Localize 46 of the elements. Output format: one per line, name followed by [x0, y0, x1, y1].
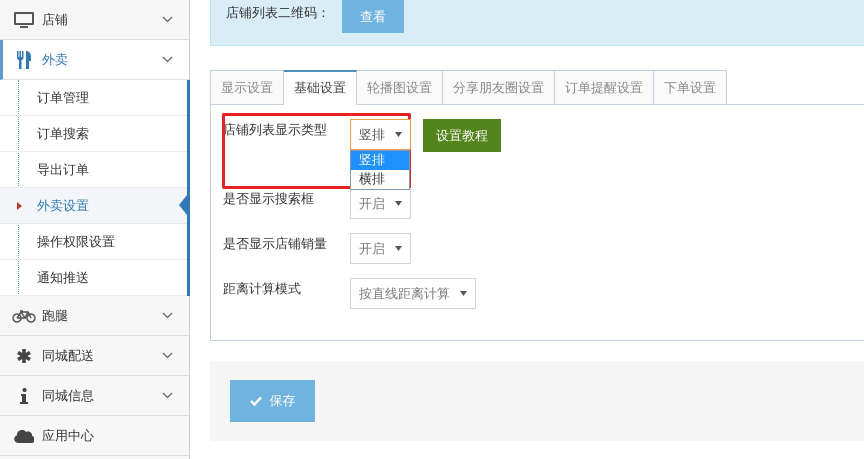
- chevron-icon: [162, 56, 173, 63]
- tab[interactable]: 显示设置: [210, 70, 284, 105]
- setting-label: 是否显示搜索框: [223, 191, 315, 208]
- monitor-icon: [14, 12, 34, 28]
- sidebar-item[interactable]: 跑腿: [0, 296, 189, 336]
- submenu-item[interactable]: 订单管理: [0, 80, 187, 116]
- dropdown-arrow-icon: [460, 291, 467, 296]
- pointer-icon: [17, 202, 22, 210]
- submenu-item[interactable]: 外卖设置: [0, 188, 187, 224]
- tutorial-button[interactable]: 设置教程: [423, 119, 501, 152]
- qr-code-label: 店铺列表二维码：: [226, 5, 330, 22]
- chevron-icon: [162, 16, 173, 23]
- select-field[interactable]: 开启: [350, 188, 411, 219]
- select-field[interactable]: 按直线距离计算: [350, 278, 476, 309]
- setting-label: 距离计算模式: [223, 281, 302, 298]
- checkmark-icon: [250, 396, 262, 406]
- tab[interactable]: 下单设置: [654, 70, 727, 105]
- submenu-item[interactable]: 操作权限设置: [0, 224, 187, 260]
- dropdown-arrow-icon: [395, 201, 402, 206]
- chevron-icon: [162, 392, 173, 399]
- tab[interactable]: 分享朋友圈设置: [443, 70, 555, 105]
- asterisk-icon: [16, 348, 32, 364]
- dropdown-arrow-icon: [395, 246, 402, 251]
- dropdown-arrow-icon: [395, 132, 402, 137]
- setting-label: 是否显示店铺销量: [223, 236, 328, 253]
- setting-label: 店铺列表显示类型: [223, 122, 328, 139]
- submenu-item[interactable]: 通知推送: [0, 260, 187, 296]
- tab[interactable]: 订单提醒设置: [555, 70, 654, 105]
- select-field[interactable]: 竖排: [350, 119, 411, 150]
- submenu-item[interactable]: 订单搜索: [0, 116, 187, 152]
- tab[interactable]: 轮播图设置: [357, 70, 443, 105]
- utensils-icon: [16, 50, 32, 68]
- tab[interactable]: 基础设置: [284, 70, 357, 105]
- select-field[interactable]: 开启: [350, 233, 411, 264]
- dropdown-option[interactable]: 横排: [351, 170, 409, 189]
- bicycle-icon: [12, 308, 36, 322]
- info-icon: [20, 388, 28, 404]
- dropdown-option[interactable]: 竖排: [351, 151, 409, 170]
- sidebar-item[interactable]: 同城配送: [0, 336, 189, 376]
- sidebar-item[interactable]: 同城信息: [0, 376, 189, 416]
- chevron-icon: [162, 352, 173, 359]
- sidebar-item[interactable]: 外卖: [0, 40, 189, 80]
- chevron-icon: [162, 312, 173, 319]
- cloud-icon: [14, 428, 34, 442]
- active-notch-icon: [179, 195, 187, 215]
- sidebar-item[interactable]: 应用中心: [0, 416, 189, 456]
